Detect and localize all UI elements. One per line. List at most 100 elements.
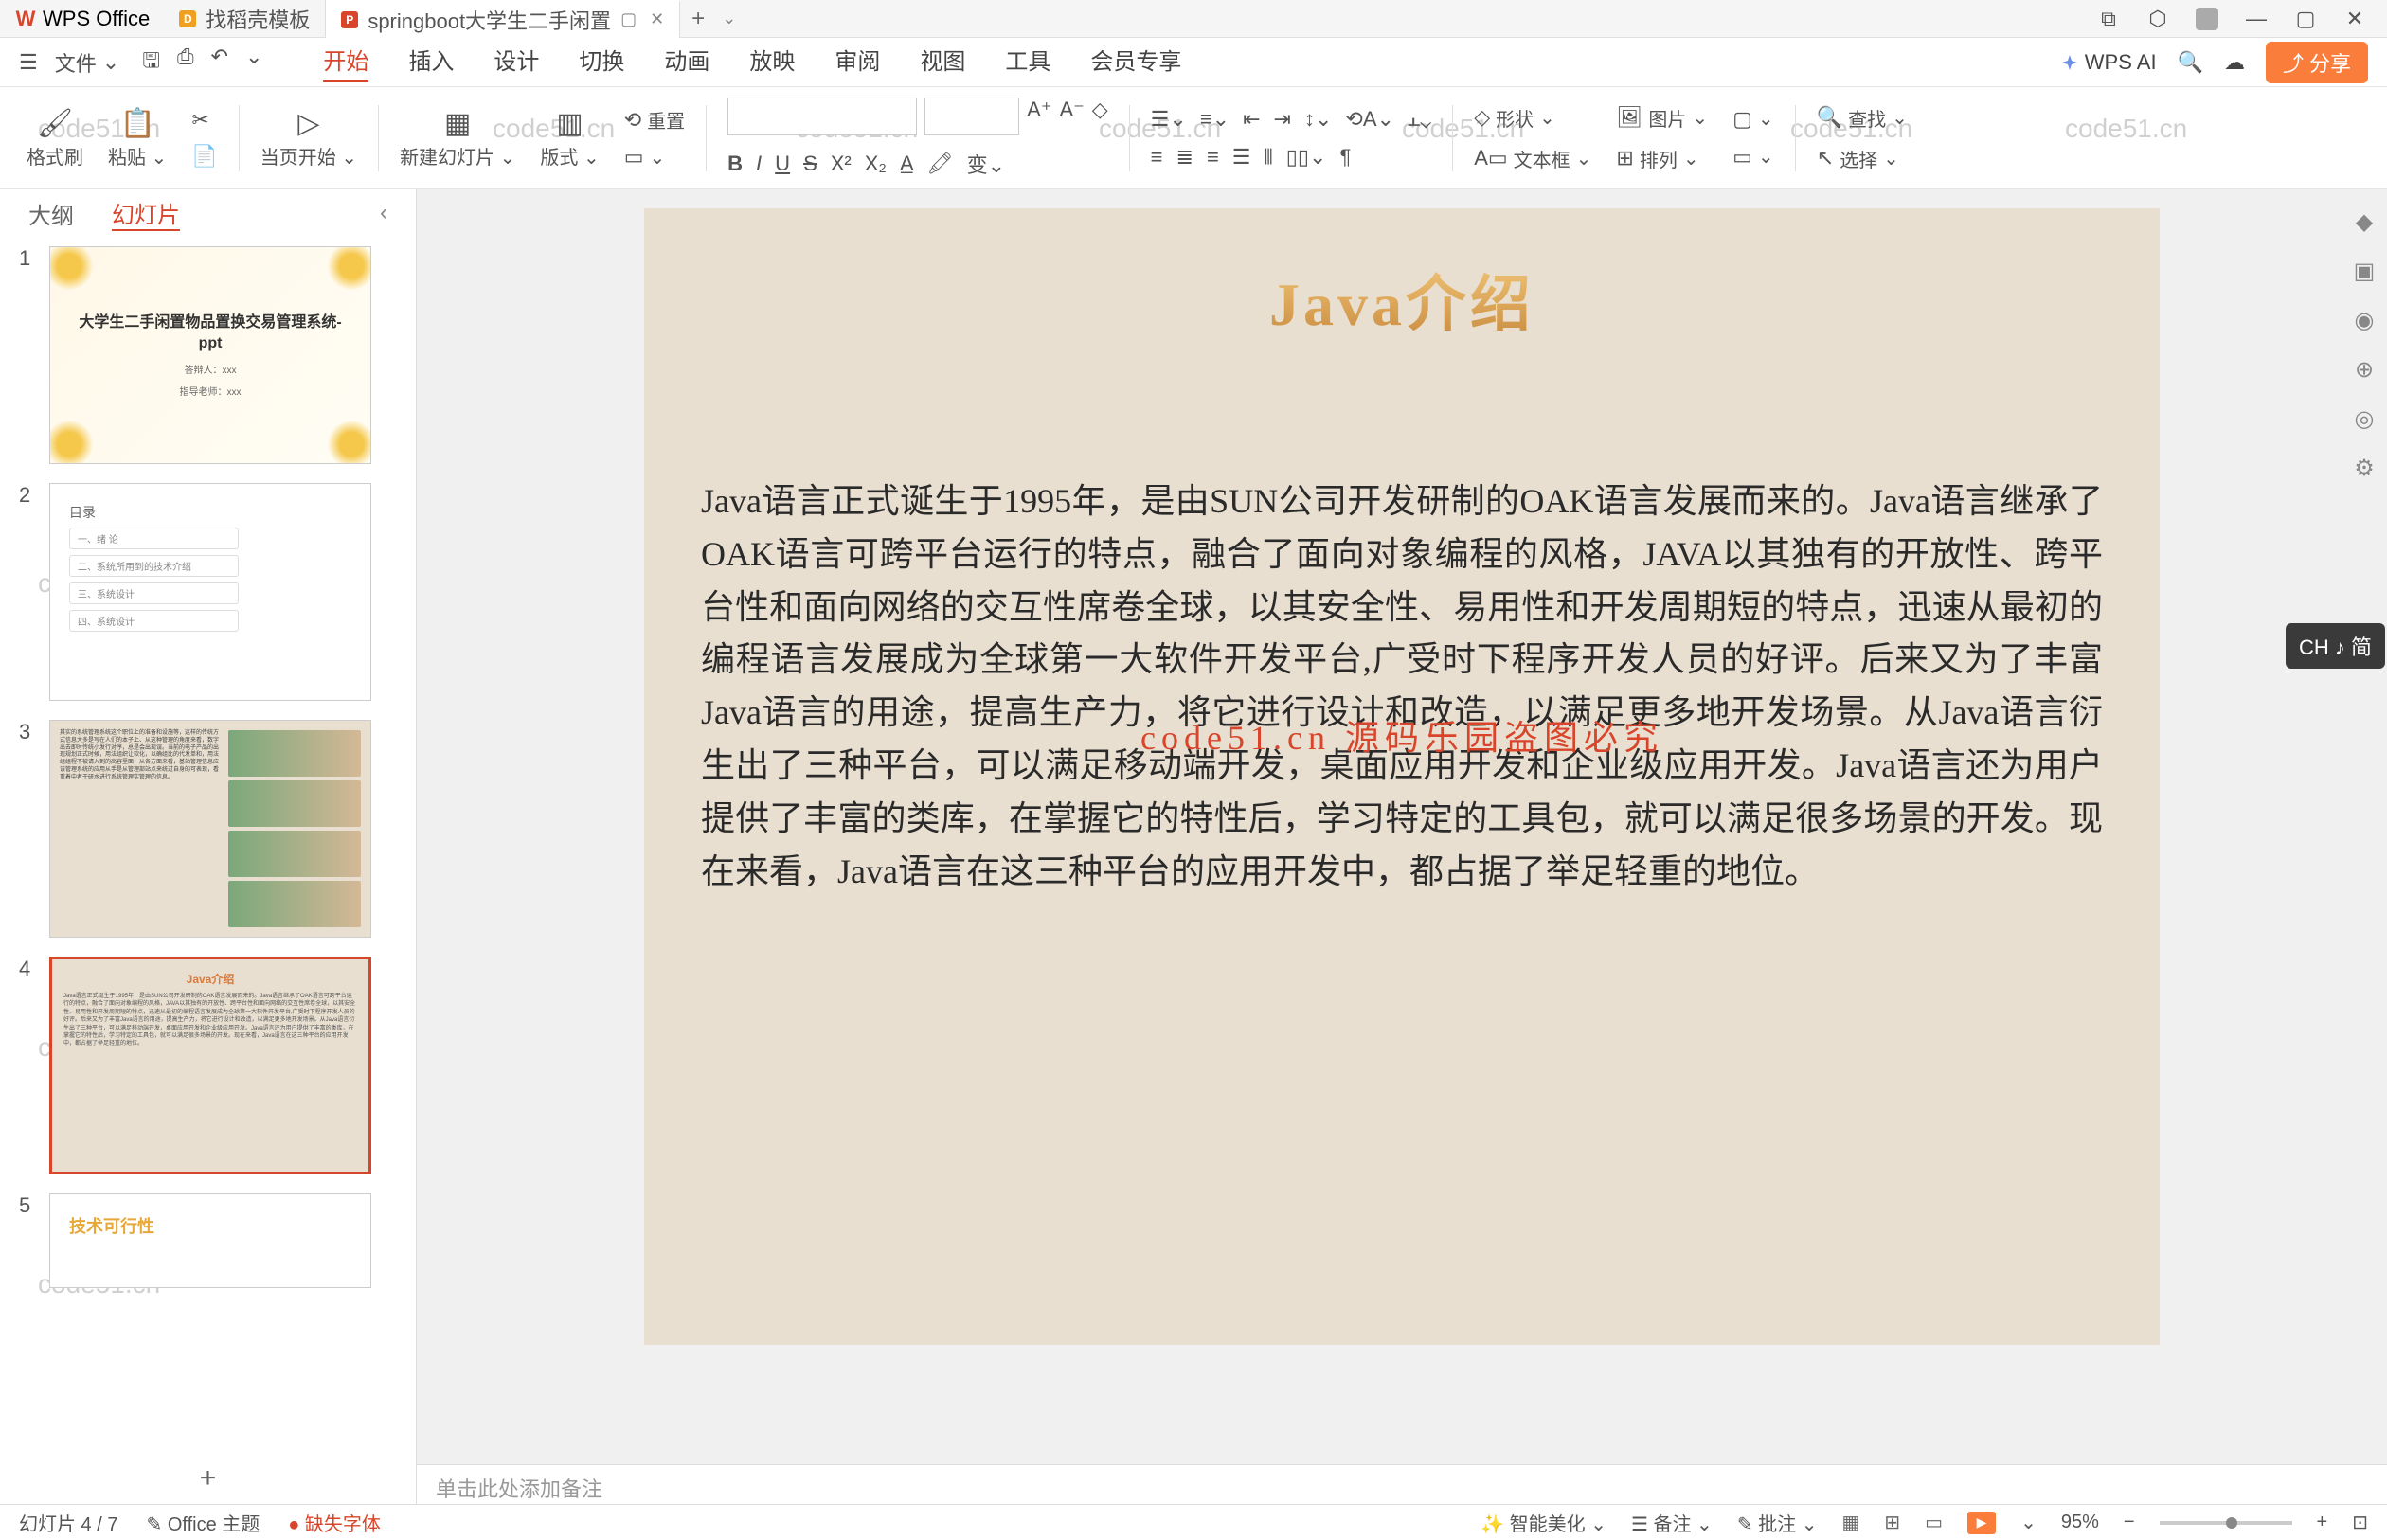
menu-member[interactable]: 会员专享 <box>1090 43 1181 82</box>
slideshow-button[interactable]: ▶ <box>1967 1512 1996 1534</box>
wps-ai-button[interactable]: WPS AI <box>2060 50 2157 75</box>
cut-button[interactable]: ✂ <box>191 108 217 133</box>
menu-transition[interactable]: 切换 <box>579 43 624 82</box>
maximize-button[interactable]: ▢ <box>2292 6 2319 32</box>
font-shrink-icon[interactable]: A⁻ <box>1059 98 1084 135</box>
reset-button[interactable]: ⟲重置 <box>624 106 685 134</box>
save-icon[interactable]: 🖫 <box>142 45 160 81</box>
tab-slides[interactable]: 幻灯片 <box>112 196 180 231</box>
undo-icon[interactable]: ↶ <box>211 45 228 81</box>
thumbnail-2[interactable]: 目录 一、绪 论 二、系统所用到的技术介绍 三、系统设计 四、系统设计 <box>49 483 371 701</box>
indent-increase-icon[interactable]: ⇥ <box>1274 107 1291 132</box>
font-family-select[interactable] <box>727 98 917 135</box>
align-left-icon[interactable]: ≡ <box>1151 145 1163 170</box>
app-logo[interactable]: W WPS Office <box>0 7 164 31</box>
font-size-select[interactable] <box>924 98 1019 135</box>
shape-button[interactable]: ◇形状 ⌄ <box>1474 104 1591 132</box>
section-button[interactable]: ▭ ⌄ <box>624 145 685 170</box>
menu-animation[interactable]: 动画 <box>664 43 709 82</box>
menu-insert[interactable]: 插入 <box>408 43 454 82</box>
ime-indicator[interactable]: CH ♪ 简 <box>2286 623 2385 669</box>
play-dropdown-icon[interactable]: ⌄ <box>2020 1511 2037 1534</box>
theme-indicator[interactable]: ✎ Office 主题 <box>146 1509 260 1536</box>
text-direction-icon[interactable]: ⟲A⌄ <box>1345 107 1394 132</box>
cloud-upload-icon[interactable]: ☁ <box>2224 50 2245 75</box>
zoom-in-icon[interactable]: + <box>2317 1512 2328 1533</box>
align-right-icon[interactable]: ≡ <box>1207 145 1219 170</box>
cube-icon[interactable]: ⬡ <box>2145 6 2171 32</box>
indent-decrease-icon[interactable]: ⇤ <box>1243 107 1260 132</box>
print-icon[interactable]: ⎙ <box>177 45 194 81</box>
align-justify-icon[interactable]: ☰ <box>1232 145 1251 170</box>
hamburger-icon[interactable]: ☰ <box>19 50 38 75</box>
tab-document[interactable]: P springboot大学生二手闲置 ▢ ✕ <box>326 0 680 38</box>
normal-view-icon[interactable]: ▦ <box>1841 1511 1859 1534</box>
tab-dropdown-icon[interactable]: ⌄ <box>722 9 736 28</box>
search-icon[interactable]: 🔍 <box>2178 50 2203 75</box>
font-color-icon[interactable]: A̲ <box>900 152 914 176</box>
paste-button[interactable]: 📋 粘贴 ⌄ <box>99 107 176 170</box>
sorter-view-icon[interactable]: ⊞ <box>1884 1511 1900 1534</box>
superscript-icon[interactable]: X² <box>831 152 852 176</box>
redo-icon[interactable]: ⌄ <box>245 45 262 81</box>
zoom-out-icon[interactable]: − <box>2124 1512 2135 1533</box>
textbox-button[interactable]: A▭文本框 ⌄ <box>1474 145 1591 172</box>
transform-icon[interactable]: 变⌄ <box>967 149 1005 179</box>
clear-format-icon[interactable]: ◇ <box>1092 98 1108 135</box>
thumbnail-3[interactable]: 其实的系统管理系统这个职位上的准备和设施等，这样的传统方式信息大多是写在人们的本… <box>49 720 371 938</box>
current-slide[interactable]: Java介绍 Java语言正式诞生于1995年，是由SUN公司开发研制的OAK语… <box>644 208 2160 1345</box>
line-spacing-icon[interactable]: ↕⌄ <box>1304 107 1332 132</box>
format-brush-button[interactable]: 🖌 格式刷 <box>17 107 93 170</box>
menu-tools[interactable]: 工具 <box>1005 43 1050 82</box>
close-icon[interactable]: ✕ <box>650 9 664 29</box>
add-slide-button[interactable]: + <box>0 1453 416 1504</box>
image-button[interactable]: 🖼图片 ⌄ <box>1616 104 1708 132</box>
font-grow-icon[interactable]: A⁺ <box>1027 98 1051 135</box>
st-settings-icon[interactable]: ⚙ <box>2349 455 2379 485</box>
menu-start[interactable]: 开始 <box>323 43 368 82</box>
st-icon-3[interactable]: ◉ <box>2349 307 2379 337</box>
thumbnail-5[interactable]: 技术可行性 <box>49 1193 371 1288</box>
comments-toggle[interactable]: ✎ 批注 ⌄ <box>1737 1509 1818 1536</box>
underline-icon[interactable]: U <box>775 152 790 176</box>
reading-view-icon[interactable]: ▭ <box>1925 1511 1943 1534</box>
window-duplicate-icon[interactable]: ⧉ <box>2095 6 2122 32</box>
select-button[interactable]: ↖选择 ⌄ <box>1817 145 1908 172</box>
collapse-panel-icon[interactable]: ‹ <box>380 200 387 226</box>
subscript-icon[interactable]: X₂ <box>865 152 887 176</box>
file-menu[interactable]: 文件 ⌄ <box>55 47 119 78</box>
menu-view[interactable]: 视图 <box>920 43 965 82</box>
menu-review[interactable]: 审阅 <box>835 43 880 82</box>
thumbnail-1[interactable]: 大学生二手闲置物品置换交易管理系统-ppt 答辩人：xxx 指导老师：xxx <box>49 246 371 464</box>
menu-slideshow[interactable]: 放映 <box>749 43 795 82</box>
zoom-level[interactable]: 95% <box>2061 1512 2099 1533</box>
tab-template[interactable]: D 找稻壳模板 <box>164 0 326 38</box>
italic-icon[interactable]: I <box>756 152 762 176</box>
numbering-icon[interactable]: ≡⌄ <box>1200 107 1229 132</box>
fit-to-window-icon[interactable]: ⊡ <box>2352 1511 2368 1534</box>
strikethrough-icon[interactable]: S <box>803 152 817 176</box>
minimize-button[interactable]: — <box>2243 6 2270 32</box>
columns-icon[interactable]: ▯▯⌄ <box>1286 145 1327 170</box>
thumbnails-list[interactable]: 1 大学生二手闲置物品置换交易管理系统-ppt 答辩人：xxx 指导老师：xxx… <box>0 237 416 1453</box>
st-icon-4[interactable]: ⊕ <box>2349 356 2379 386</box>
notes-area[interactable]: 单击此处添加备注 <box>417 1464 2387 1504</box>
user-avatar[interactable] <box>2194 6 2220 32</box>
paragraph-icon[interactable]: ¶ <box>1339 145 1351 170</box>
bullets-icon[interactable]: ☰⌄ <box>1151 107 1187 132</box>
slide-title[interactable]: Java介绍 <box>701 256 2103 343</box>
arrange-button[interactable]: ⊞排列 ⌄ <box>1616 145 1708 172</box>
outline-color-button[interactable]: ▭⌄ <box>1732 145 1774 170</box>
st-icon-1[interactable]: ◆ <box>2349 208 2379 239</box>
distribute-icon[interactable]: ⫴ <box>1265 145 1273 170</box>
new-slide-button[interactable]: ▦ 新建幻灯片 ⌄ <box>390 107 525 170</box>
missing-fonts-indicator[interactable]: ● 缺失字体 <box>288 1509 381 1536</box>
smart-beautify-button[interactable]: ✨ 智能美化 ⌄ <box>1481 1509 1606 1536</box>
play-from-current-button[interactable]: ▷ 当页开始 ⌄ <box>251 107 367 170</box>
share-button[interactable]: ⤴ 分享 <box>2266 42 2368 83</box>
close-button[interactable]: ✕ <box>2342 6 2368 32</box>
st-icon-2[interactable]: ▣ <box>2349 258 2379 288</box>
notes-toggle[interactable]: ☰ 备注 ⌄ <box>1631 1509 1713 1536</box>
align-top-icon[interactable]: ⫠⌄ <box>1408 107 1431 132</box>
zoom-slider[interactable] <box>2160 1521 2292 1525</box>
